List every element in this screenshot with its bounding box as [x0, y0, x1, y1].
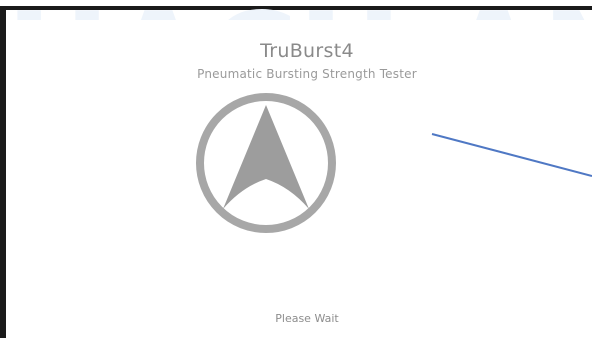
logo-arrow [223, 105, 309, 209]
truburst-logo-icon [196, 93, 336, 233]
status-text: Please Wait [275, 312, 339, 325]
device-screen: TruBurst4 Pneumatic Bursting Strength Te… [16, 20, 592, 338]
app-subtitle: Pneumatic Bursting Strength Tester [197, 67, 417, 81]
device-frame: HACH AN TruBurst4 Pneumatic Bursting Str… [0, 4, 592, 338]
page-stage: HACH AN TruBurst4 Pneumatic Bursting Str… [0, 0, 592, 338]
app-title: TruBurst4 [260, 40, 354, 62]
